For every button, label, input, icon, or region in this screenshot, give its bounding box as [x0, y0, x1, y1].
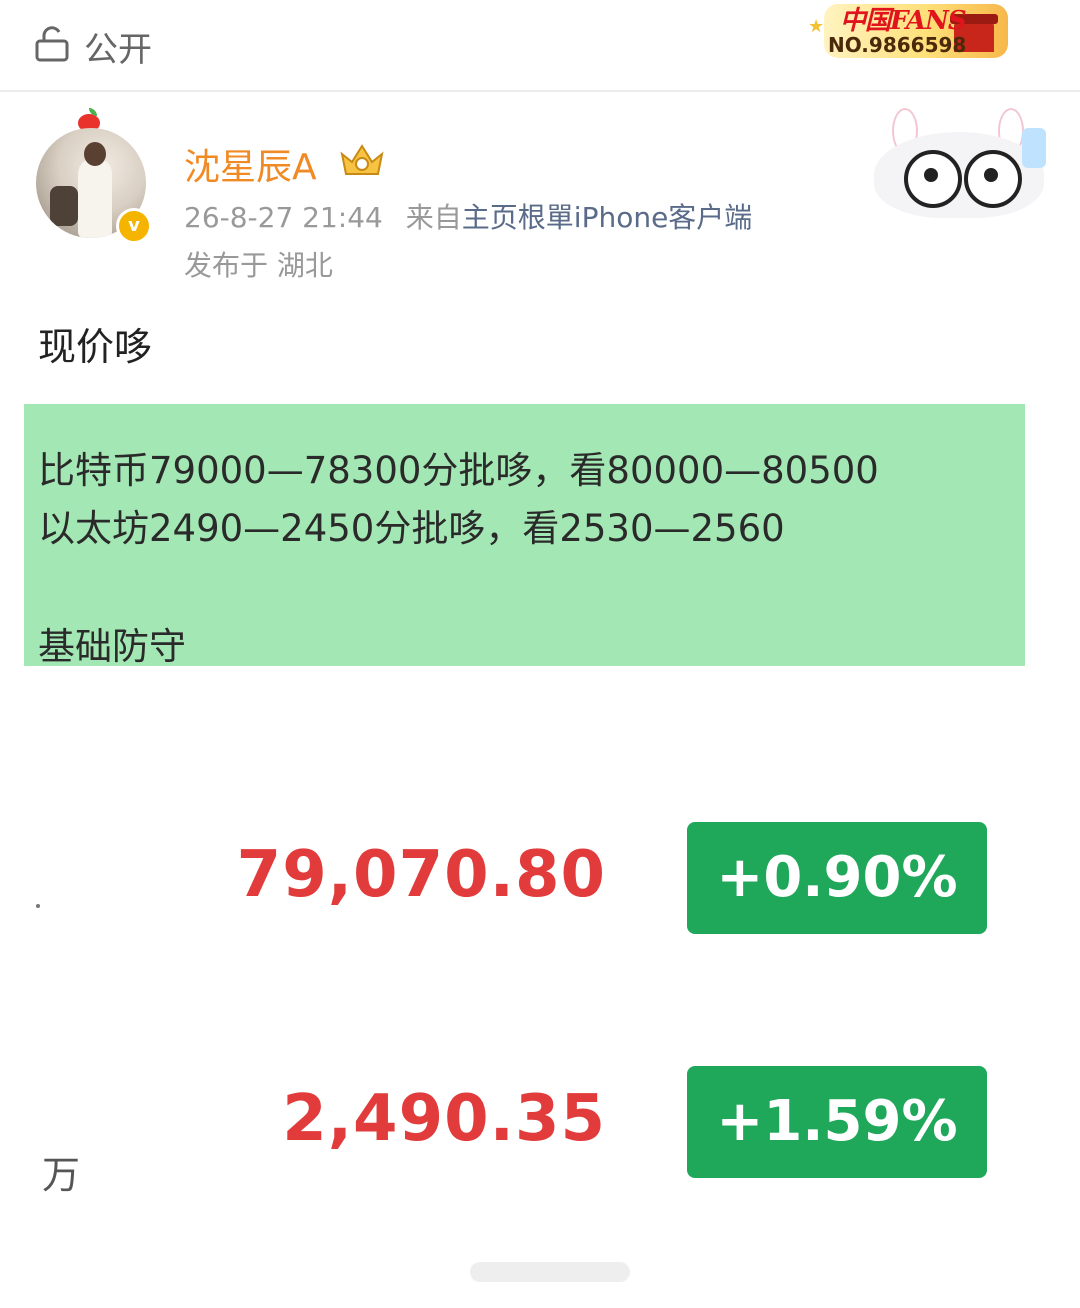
- post-location: 发布于 湖北: [184, 249, 333, 282]
- verified-badge-icon: v: [116, 208, 152, 244]
- post-meta: 26-8-27 21:44 来自主页根單iPhone客户端: [184, 196, 752, 236]
- note-line: 基础防守: [38, 625, 186, 668]
- dot-mark: [36, 904, 40, 908]
- top-bar: 公开 ★ 中国FANS NO.9866598: [0, 0, 1080, 92]
- eth-change-badge[interactable]: +1.59%: [687, 1066, 987, 1178]
- eth-price: 2,490.35: [282, 1082, 606, 1156]
- crown-icon[interactable]: [338, 140, 386, 180]
- fans-badge[interactable]: ★ 中国FANS NO.9866598: [806, 0, 1010, 64]
- note-line: 以太坊2490—2450分批哆，看2530—2560: [38, 507, 785, 550]
- star-icon: ★: [808, 16, 825, 37]
- note-line: 比特币79000—78300分批哆，看80000—80500: [38, 449, 879, 492]
- note-block: 比特币79000—78300分批哆，看80000—80500 以太坊2490—2…: [24, 404, 1025, 668]
- btc-change-badge[interactable]: +0.90%: [687, 822, 987, 934]
- rabbit-decoration-icon: [870, 108, 1048, 218]
- fans-badge-number: NO.9866598: [828, 33, 967, 57]
- fans-badge-title: 中国FANS: [840, 6, 967, 36]
- btc-price: 79,070.80: [236, 838, 606, 912]
- blurred-strip: [470, 1262, 630, 1282]
- post-headline: 现价哆: [38, 325, 153, 369]
- source-prefix: 来自: [405, 201, 462, 234]
- visibility-label[interactable]: 公开: [84, 22, 152, 71]
- avatar-wrap[interactable]: v: [36, 108, 156, 244]
- post-time: 26-8-27 21:44: [184, 201, 383, 234]
- source-link[interactable]: 主页根單iPhone客户端: [462, 201, 753, 234]
- author-name[interactable]: 沈星辰A: [184, 138, 317, 190]
- unit-label: 万: [42, 1153, 81, 1197]
- unlock-icon: [35, 26, 69, 62]
